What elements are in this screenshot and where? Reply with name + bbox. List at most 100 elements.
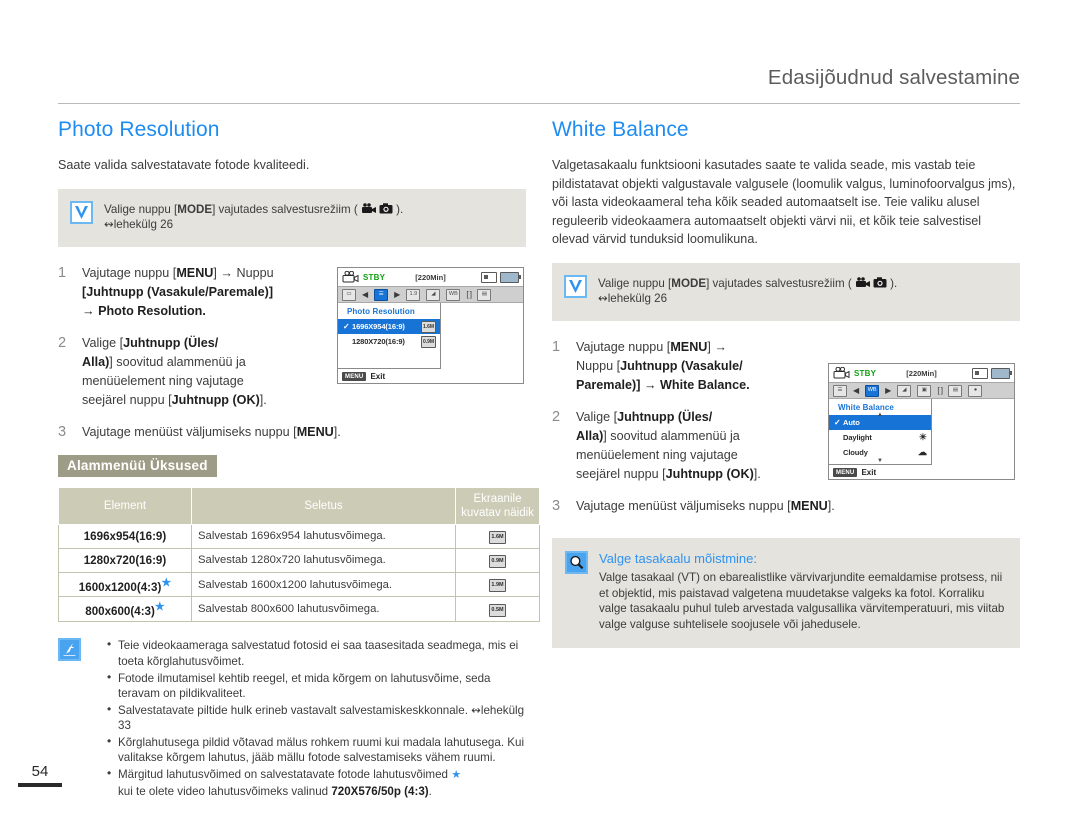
tab-icon-wb[interactable]: WB — [446, 288, 461, 301]
lcd-tab-bar: ▭ ◀ ☰ ▶ 1.9 ◢ WB [ ] ▤ — [338, 286, 523, 303]
battery-icon — [991, 367, 1012, 379]
step-1-number: 1 — [552, 338, 561, 355]
lcd-menu-item-label: Cloudy — [843, 448, 868, 457]
lcd-status-icons — [481, 271, 521, 283]
table-header-element: Element — [58, 486, 192, 525]
lcd-status-bar: STBY [220Min] — [338, 268, 523, 286]
lcd-menu-item-1696x954[interactable]: ✓ 1696X954(16:9) 1.6M — [338, 319, 440, 334]
tab-icon-brackets[interactable]: [ ] — [937, 386, 943, 395]
checkmark-icon: ✓ — [834, 417, 841, 427]
chevron-right-icon[interactable]: ▶ — [394, 290, 400, 299]
lcd-menu-title: Photo Resolution — [347, 307, 415, 316]
table-row: 1600x1200(4:3)★ Salvestab 1600x1200 lahu… — [58, 572, 540, 598]
submenu-items-badge: Alammenüü Üksused — [58, 454, 217, 477]
cell-element: 1600x1200(4:3)★ — [58, 572, 192, 598]
indicator-icon: 0.9M — [489, 554, 506, 568]
understanding-content: Valge tasakaalu mõistmine: Valge tasakaa… — [599, 551, 1006, 632]
tab-icon-wb-selected[interactable]: WB — [865, 384, 880, 397]
tab-icon-1[interactable]: 1.9 — [406, 288, 421, 301]
cell-indicator: 1.9M — [455, 572, 540, 598]
cell-element: 800x600(4:3)★ — [58, 596, 192, 623]
lcd-status-stby: STBY — [854, 368, 877, 378]
understanding-title: Valge tasakaalu mõistmine: — [599, 550, 758, 566]
white-balance-intro: Valgetasakaalu funktsiooni kasutades saa… — [552, 158, 1016, 247]
cell-description: Salvestab 1280x720 lahutusvõimega. — [191, 548, 456, 573]
tab-icon-effects[interactable]: ▤ — [948, 384, 963, 397]
lcd-menu-button[interactable]: MENU — [342, 372, 367, 381]
table-header-indicator: Ekraanile kuvatav näidik — [455, 486, 540, 525]
step-3: 3 Vajutage menüüst väljumiseks nuppu [ME… — [552, 497, 1020, 516]
white-balance-mode-notice-text: Valige nuppu [MODE] vajutades salvestusr… — [598, 276, 898, 306]
photo-resolution-intro: Saate valida salvestatavate fotode kvali… — [58, 158, 310, 172]
lcd-menu-item-daylight[interactable]: Daylight ☀ — [829, 430, 931, 445]
table-row: 800x600(4:3)★ Salvestab 800x600 lahutusv… — [58, 596, 540, 623]
photo-resolution-mode-notice-text: Valige nuppu [MODE] vajutades salvestusr… — [104, 202, 404, 232]
check-icon — [70, 200, 93, 224]
lcd-menu-item-indicator: 1.6M — [421, 320, 436, 333]
checkmark-icon: ✓ — [343, 321, 350, 331]
chevron-left-icon[interactable]: ◀ — [362, 290, 368, 299]
photo-resolution-notes: Teie videokaameraga salvestatud fotosid … — [58, 637, 526, 800]
cell-description: Salvestab 800x600 lahutusvõimega. — [191, 596, 456, 623]
tab-icon-fader[interactable]: ● — [968, 384, 983, 397]
step-3-text: Vajutage menüüst väljumiseks nuppu [MENU… — [576, 498, 835, 513]
lcd-remaining-time: [220Min] — [906, 368, 937, 378]
table-row: 1280x720(16:9) Salvestab 1280x720 lahutu… — [58, 548, 540, 573]
cell-indicator: 0.9M — [455, 548, 540, 573]
camcorder-icon — [833, 367, 850, 379]
white-balance-understanding-box: Valge tasakaalu mõistmine: Valge tasakaa… — [552, 537, 1020, 649]
tab-icon-exposure[interactable]: ◢ — [897, 384, 912, 397]
scroll-down-icon[interactable]: ▼ — [877, 458, 883, 464]
lcd-menu-item-indicator: 0.9M — [421, 335, 436, 348]
chevron-right-icon[interactable]: ▶ — [885, 386, 891, 395]
cell-description: Salvestab 1600x1200 lahutusvõimega. — [191, 572, 456, 598]
notes-list: Teie videokaameraga salvestatud fotosid … — [93, 637, 526, 800]
lcd-menu-item-1280x720[interactable]: 1280X720(16:9) 0.9M — [338, 334, 440, 349]
tab-icon-focus[interactable]: ▣ — [917, 384, 932, 397]
lcd-remaining-time: [220Min] — [415, 272, 446, 282]
tab-icon-resolution[interactable]: ☰ — [833, 384, 847, 397]
step-3-text: Vajutage menüüst väljumiseks nuppu [MENU… — [82, 424, 341, 439]
tab-icon-brackets[interactable]: [ ] — [466, 290, 472, 299]
chevron-left-icon[interactable]: ◀ — [853, 386, 859, 395]
lcd-footer: MENU Exit — [829, 465, 1014, 480]
lcd-footer: MENU Exit — [338, 369, 523, 384]
step-1-text: Vajutage nuppu [MENU] → Nuppu [Juhtnupp … — [82, 265, 274, 318]
left-column: Photo Resolution Saate valida salvestata… — [58, 118, 540, 800]
lcd-menu-item-label: Auto — [843, 418, 860, 427]
indicator-icon: 0.5M — [489, 603, 506, 617]
tab-icon-effects[interactable]: ▤ — [477, 288, 492, 301]
lcd-menu-panel: White Balance ✓ Auto ▲ Daylight ☀ Cloudy… — [829, 399, 932, 465]
star-marker: ★ — [161, 576, 172, 589]
lcd-menu-item-cloudy[interactable]: Cloudy ☁ ▼ — [829, 445, 931, 465]
tab-icon-record: ▭ — [342, 288, 356, 301]
lcd-menu-button[interactable]: MENU — [833, 468, 858, 477]
lcd-menu-panel: Photo Resolution ✓ 1696X954(16:9) 1.6M 1… — [338, 303, 441, 369]
camcorder-icon — [342, 271, 359, 283]
note-item: Kõrglahutusega pildid võtavad mälus rohk… — [107, 734, 526, 766]
lcd-menu-area: Photo Resolution ✓ 1696X954(16:9) 1.6M 1… — [338, 303, 523, 369]
lcd-menu-item-label: Daylight — [843, 433, 872, 442]
header-divider — [58, 103, 1020, 104]
table-row: 1696x954(16:9) Salvestab 1696x954 lahutu… — [58, 523, 540, 549]
step-2-number: 2 — [58, 334, 67, 351]
step-2-number: 2 — [552, 408, 561, 425]
step-3: 3 Vajutage menüüst väljumiseks nuppu [ME… — [58, 423, 526, 442]
tab-icon-resolution-selected[interactable]: ☰ — [374, 288, 389, 301]
note-item: Märgitud lahutusvõimed on salvestatavate… — [107, 766, 526, 799]
table-header-description: Seletus — [191, 486, 456, 525]
check-icon — [564, 274, 587, 298]
magnifier-icon — [565, 550, 588, 574]
lcd-menu-item-auto[interactable]: ✓ Auto ▲ — [829, 412, 931, 430]
indicator-icon: 1.9M — [489, 579, 506, 593]
sun-icon: ☀ — [918, 432, 927, 442]
cell-indicator: 1.6M — [455, 523, 540, 549]
tab-icon-exposure[interactable]: ◢ — [426, 288, 441, 301]
lcd-status-icons — [972, 367, 1012, 379]
lcd-exit-label: Exit — [370, 372, 386, 381]
video-camera-icon — [361, 202, 376, 213]
submenu-items-table: Element Seletus Ekraanile kuvatav näidik… — [58, 486, 540, 623]
scroll-up-icon[interactable]: ▲ — [877, 412, 883, 418]
step-1-text: Vajutage nuppu [MENU] → Nuppu [Juhtnupp … — [576, 339, 750, 392]
note-item: Fotode ilmutamisel kehtib reegel, et mid… — [107, 669, 526, 702]
